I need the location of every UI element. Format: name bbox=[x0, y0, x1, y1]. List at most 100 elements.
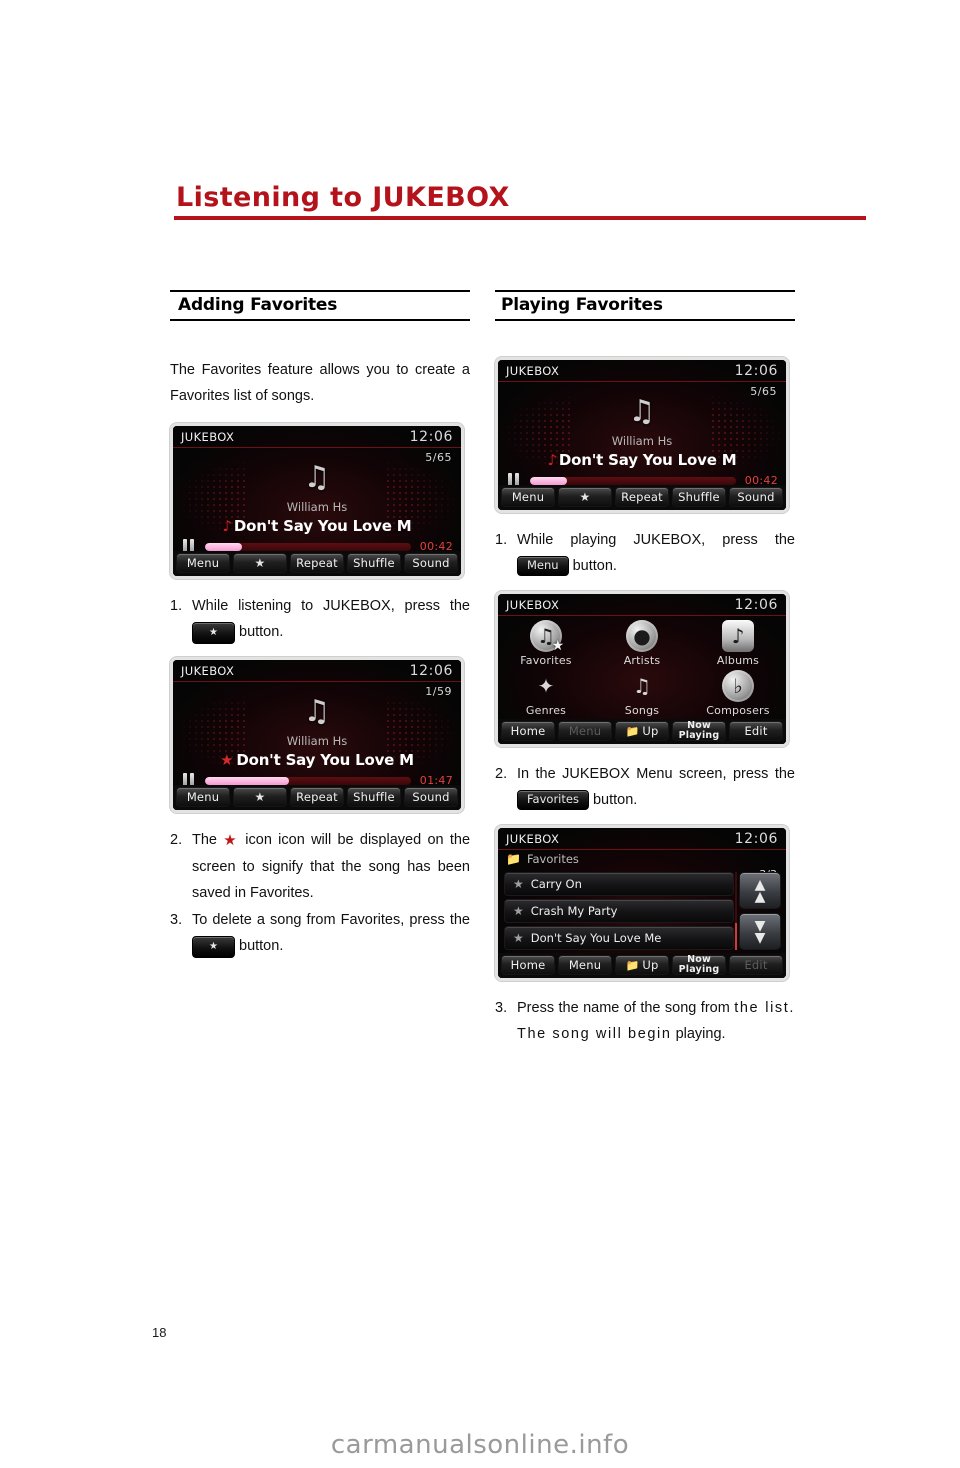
screen-bottombar: Menu ★ Repeat Shuffle Sound bbox=[173, 785, 461, 810]
menu-button[interactable]: Menu bbox=[501, 487, 555, 507]
home-button[interactable]: Home bbox=[501, 955, 555, 975]
favorites-note-star-icon: ♫ bbox=[530, 619, 564, 654]
edit-button[interactable]: Edit bbox=[729, 721, 783, 741]
repeat-button[interactable]: Repeat bbox=[615, 487, 669, 507]
edit-button: Edit bbox=[729, 955, 783, 975]
repeat-button[interactable]: Repeat bbox=[290, 553, 344, 573]
menu-item-artists[interactable]: ● Artists bbox=[594, 619, 690, 667]
screenshot-jukebox-menu: JUKEBOX 12:06 ♫ Favorites ● Artists ♪ Al… bbox=[495, 591, 789, 747]
list-item: 1. While listening to JUKEBOX, press the … bbox=[170, 593, 470, 645]
menu-item-favorites[interactable]: ♫ Favorites bbox=[498, 619, 594, 667]
left-column: Adding Favorites The Favorites feature a… bbox=[170, 290, 470, 960]
menu-item-label: Genres bbox=[525, 703, 567, 717]
screen-topbar: JUKEBOX 12:06 bbox=[498, 594, 786, 616]
progress-bar[interactable] bbox=[530, 477, 736, 485]
step-text-after: button. bbox=[572, 558, 617, 574]
screen-bottombar: Home Menu 📁 Up Now Playing Edit bbox=[498, 953, 786, 978]
track-title-label: Don't Say You Love M bbox=[233, 517, 412, 535]
menu-item-songs[interactable]: ♫ Songs bbox=[594, 670, 690, 717]
step-text-after: button. bbox=[239, 938, 284, 954]
song-title-label: Crash My Party bbox=[530, 904, 618, 918]
menu-item-label: Songs bbox=[624, 703, 660, 717]
favorite-star-chip[interactable]: ★ bbox=[192, 622, 235, 644]
artist-label: William Hs bbox=[286, 734, 348, 748]
title-underline bbox=[174, 216, 866, 220]
favorite-star-button[interactable]: ★ bbox=[233, 787, 287, 807]
menu-button[interactable]: Menu bbox=[558, 955, 612, 975]
favorites-chip[interactable]: Favorites bbox=[517, 790, 589, 810]
sound-button[interactable]: Sound bbox=[729, 487, 783, 507]
music-note-icon: ♪ bbox=[547, 451, 558, 469]
step-text-before: In the JUKEBOX Menu screen, press the bbox=[517, 766, 795, 782]
jukebox-menu-grid: ♫ Favorites ● Artists ♪ Albums ✦ Genres bbox=[498, 618, 786, 718]
album-art-music-note-icon: ♫ bbox=[628, 394, 656, 429]
menu-item-genres[interactable]: ✦ Genres bbox=[498, 670, 594, 717]
genres-guitar-icon: ✦ bbox=[537, 673, 555, 698]
composers-baton-icon: ♭ bbox=[722, 669, 754, 702]
list-item: 2. In the JUKEBOX Menu screen, press the … bbox=[495, 761, 795, 813]
step-number: 3. bbox=[495, 1000, 508, 1016]
scroll-down-button[interactable]: ▼ ▼ bbox=[739, 913, 781, 950]
step-text-after: button. bbox=[592, 792, 638, 808]
favorite-star-button[interactable]: ★ bbox=[558, 487, 612, 507]
up-button-label: Up bbox=[642, 957, 659, 972]
menu-item-albums[interactable]: ♪ Albums bbox=[690, 619, 786, 667]
shuffle-button[interactable]: Shuffle bbox=[347, 553, 401, 573]
scroll-buttons: ▲ ▲ ▼ ▼ bbox=[739, 872, 781, 950]
screen-topbar: JUKEBOX 12:06 bbox=[498, 828, 786, 850]
folder-up-icon: 📁 bbox=[625, 958, 640, 972]
menu-button[interactable]: Menu bbox=[176, 787, 230, 807]
progress-bar[interactable] bbox=[205, 777, 411, 785]
menu-item-label: Artists bbox=[623, 653, 661, 667]
list-item[interactable]: ★ Crash My Party bbox=[504, 899, 734, 923]
album-art-music-note-icon: ♫ bbox=[303, 694, 331, 729]
section-heading-label: Adding Favorites bbox=[178, 295, 338, 315]
menu-item-label: Albums bbox=[716, 653, 760, 667]
screenshot-now-playing-favorited: JUKEBOX 12:06 1/59 ♫ William Hs ★ Don't S… bbox=[170, 657, 464, 813]
sound-button[interactable]: Sound bbox=[404, 553, 458, 573]
songs-note-icon: ♫ bbox=[633, 673, 651, 698]
folder-up-icon: 📁 bbox=[625, 724, 640, 738]
step-text-before: While listening to JUKEBOX, press the bbox=[192, 598, 470, 614]
album-art-music-note-icon: ♫ bbox=[303, 460, 331, 495]
step-number: 3. bbox=[170, 912, 183, 928]
menu-item-label: Composers bbox=[706, 703, 770, 717]
shuffle-button[interactable]: Shuffle bbox=[347, 787, 401, 807]
step-text-before: The bbox=[192, 832, 217, 848]
up-button-label: Up bbox=[642, 723, 659, 738]
favorite-star-chip[interactable]: ★ bbox=[192, 936, 235, 958]
track-title-label: Don't Say You Love M bbox=[558, 451, 737, 469]
section-heading-label: Playing Favorites bbox=[501, 295, 663, 315]
step-text-before: To delete a song from Favorites, press t… bbox=[192, 912, 470, 928]
scrollbar[interactable] bbox=[735, 872, 737, 950]
scroll-up-button[interactable]: ▲ ▲ bbox=[739, 872, 781, 909]
list-item: 2. The ★ icon icon will be displayed on t… bbox=[170, 827, 470, 906]
source-label: JUKEBOX bbox=[181, 429, 235, 444]
watermark: carmanualsonline.info bbox=[330, 1430, 630, 1460]
menu-button[interactable]: Menu bbox=[176, 553, 230, 573]
screen-bottombar: Menu ★ Repeat Shuffle Sound bbox=[173, 551, 461, 576]
home-button[interactable]: Home bbox=[501, 721, 555, 741]
favorite-star-icon: ★ bbox=[513, 904, 524, 918]
screen-background: JUKEBOX 12:06 ♫ Favorites ● Artists ♪ Al… bbox=[498, 594, 786, 744]
breadcrumb-label: Favorites bbox=[526, 852, 579, 866]
shuffle-button[interactable]: Shuffle bbox=[672, 487, 726, 507]
favorite-star-button[interactable]: ★ bbox=[233, 553, 287, 573]
favorite-star-icon: ★ bbox=[223, 832, 239, 849]
menu-item-composers[interactable]: ♭ Composers bbox=[690, 669, 786, 717]
progress-bar[interactable] bbox=[205, 543, 411, 551]
repeat-button[interactable]: Repeat bbox=[290, 787, 344, 807]
now-playing-button[interactable]: Now Playing bbox=[672, 721, 726, 741]
up-button[interactable]: 📁 Up bbox=[615, 955, 669, 975]
section-heading-playing-favorites: Playing Favorites bbox=[495, 290, 795, 321]
list-item: 3. To delete a song from Favorites, press… bbox=[170, 907, 470, 959]
source-label: JUKEBOX bbox=[506, 363, 560, 378]
now-playing-button[interactable]: Now Playing bbox=[672, 955, 726, 975]
list-item[interactable]: ★ Carry On bbox=[504, 872, 734, 896]
clock-label: 12:06 bbox=[409, 428, 453, 445]
sound-button[interactable]: Sound bbox=[404, 787, 458, 807]
menu-chip[interactable]: Menu bbox=[517, 556, 569, 576]
up-button[interactable]: 📁 Up bbox=[615, 721, 669, 741]
list-item[interactable]: ★ Don't Say You Love Me bbox=[504, 926, 734, 950]
menu-button: Menu bbox=[558, 721, 612, 741]
